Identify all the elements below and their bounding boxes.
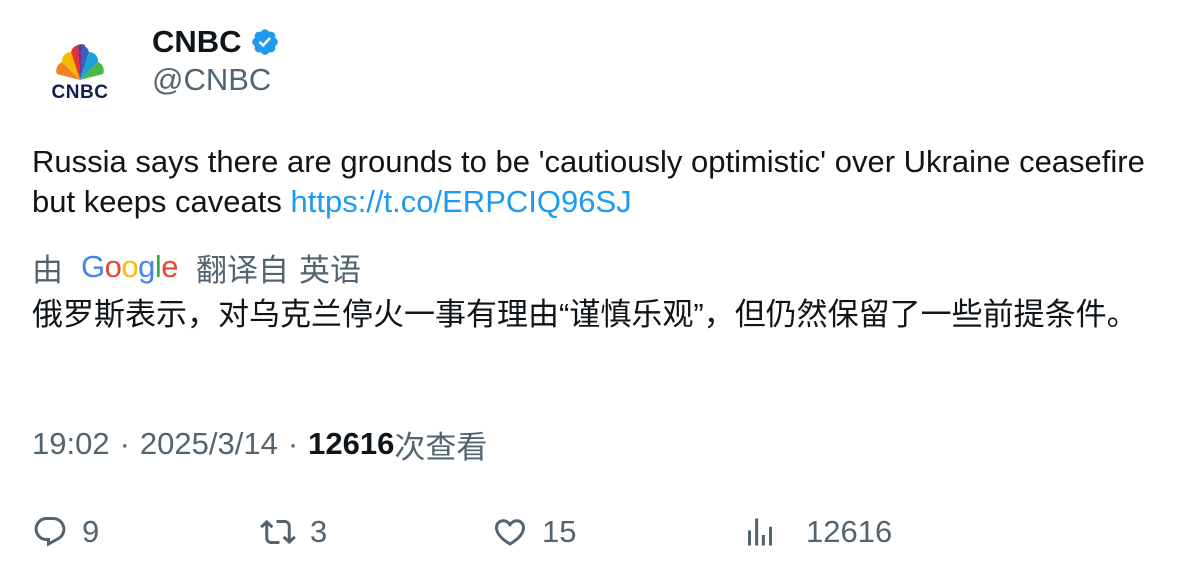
google-logo[interactable]: Google bbox=[81, 249, 179, 285]
tweet-meta: 19:02 · 2025/3/14 · 12616 次查看 bbox=[32, 424, 488, 465]
cnbc-peacock-logo bbox=[56, 44, 104, 80]
reply-icon bbox=[34, 517, 66, 547]
avatar[interactable]: CNBC bbox=[32, 24, 128, 120]
avatar-logo-text: CNBC bbox=[51, 82, 109, 103]
translated-text: 俄罗斯表示，对乌克兰停火一事有理由“谨慎乐观”，但仍然保留了一些前提条件。 bbox=[32, 297, 1138, 332]
google-letter-g: G bbox=[81, 249, 105, 284]
like-count: 15 bbox=[542, 514, 577, 549]
translated-by-label: 由 bbox=[32, 252, 63, 288]
source-language: 英语 bbox=[299, 252, 362, 288]
like-icon bbox=[494, 519, 526, 546]
tweet-link[interactable]: https://t.co/ERPCIQ96SJ bbox=[291, 184, 632, 219]
views-button[interactable]: 12616 bbox=[742, 510, 892, 554]
meta-separator: · bbox=[119, 426, 130, 461]
author-name-row: CNBC bbox=[152, 22, 280, 62]
views-icon bbox=[748, 518, 772, 546]
author-handle[interactable]: @CNBC bbox=[152, 62, 271, 98]
google-letter-g2: g bbox=[138, 249, 155, 284]
reply-button[interactable]: 9 bbox=[32, 510, 99, 554]
retweet-count: 3 bbox=[310, 514, 328, 549]
meta-separator: · bbox=[287, 426, 299, 461]
views-count: 12616 bbox=[308, 426, 395, 461]
tweet-time[interactable]: 19:02 bbox=[32, 426, 110, 462]
views-count-action: 12616 bbox=[806, 514, 893, 549]
google-letter-o1: o bbox=[104, 249, 122, 284]
translation-attribution: 由 Google 翻译自 英语 bbox=[32, 246, 361, 288]
verified-badge-icon[interactable] bbox=[250, 27, 280, 57]
translated-from-label: 翻译自 bbox=[196, 252, 290, 288]
retweet-icon bbox=[260, 519, 296, 545]
views-label: 次查看 bbox=[394, 429, 488, 465]
author-display-name[interactable]: CNBC bbox=[152, 24, 242, 60]
retweet-button[interactable]: 3 bbox=[260, 510, 327, 554]
tweet-text: Russia says there are grounds to be 'cau… bbox=[32, 142, 1162, 222]
tweet-date[interactable]: 2025/3/14 bbox=[140, 426, 278, 462]
google-letter-e: e bbox=[161, 249, 179, 284]
google-letter-o2: o bbox=[121, 249, 139, 284]
action-bar: 9 3 15 12616 bbox=[32, 510, 1162, 554]
reply-count: 9 bbox=[82, 514, 100, 549]
like-button[interactable]: 15 bbox=[492, 510, 576, 554]
